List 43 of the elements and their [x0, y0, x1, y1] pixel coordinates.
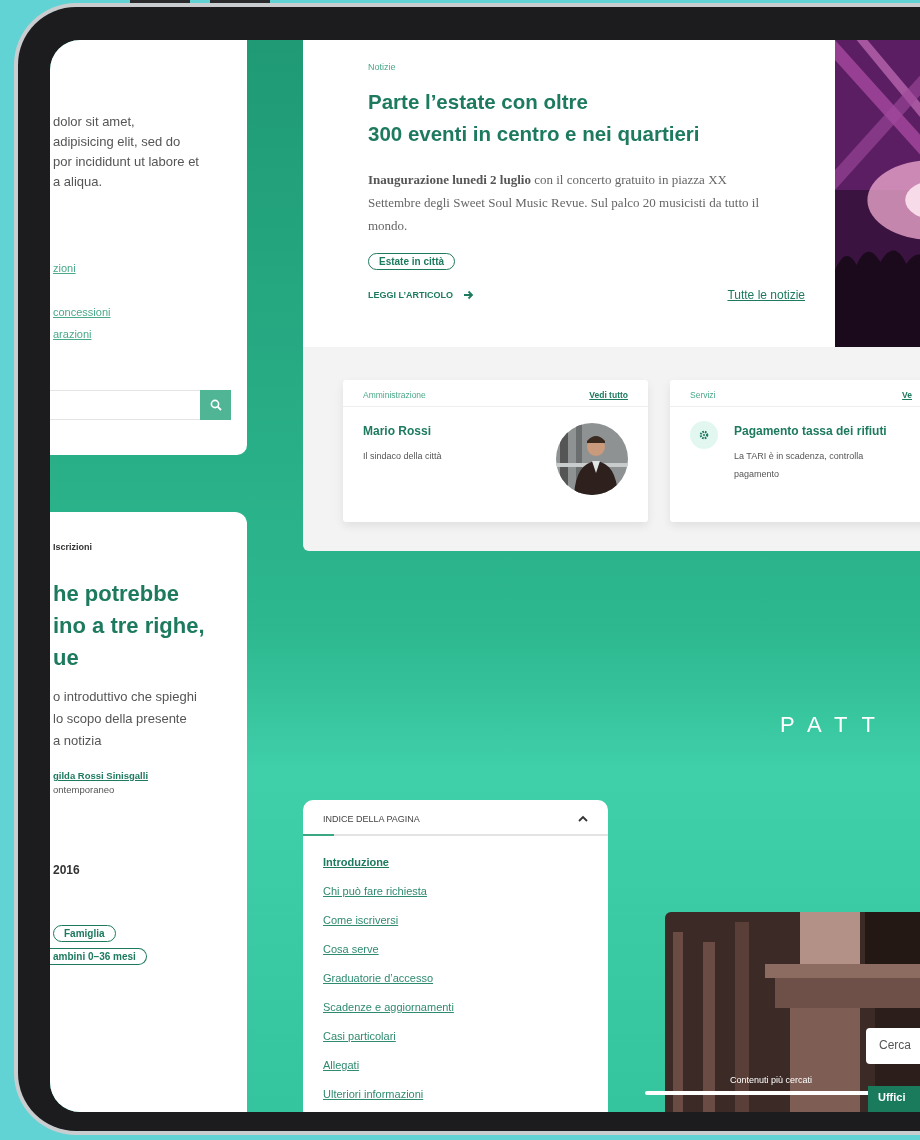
index-link[interactable]: Scadenze e aggiornamenti — [323, 999, 454, 1016]
index-link[interactable]: Casi particolari — [323, 1028, 396, 1045]
link[interactable]: arazioni — [53, 328, 92, 340]
link[interactable]: zioni — [53, 262, 76, 274]
index-link[interactable]: Chi può fare richiesta — [323, 883, 427, 900]
search-icon — [209, 399, 222, 411]
box-description: Il sindaco della città — [363, 450, 443, 463]
article-title: he potrebbe ino a tre righe, ue — [53, 580, 205, 672]
article-intro: o introduttivo che spieghi lo scopo della presente a notizia — [53, 688, 197, 750]
news-title: Parte l’estate con oltre 300 eventi in centro e nei quartieri — [368, 89, 700, 147]
index-link[interactable]: Ulteriori informazioni — [323, 1086, 424, 1103]
box-description: La TARI è in scadenza, controlla pagamento — [734, 450, 865, 481]
index-link[interactable]: Introduzione — [323, 854, 389, 871]
news-summary: Inaugurazione lunedi 2 luglio con il concerto gratuito in piazza XX Settembre degli Sweet Soul Music Revue. Sul palco 20 musicisti da tutto il mondo. — [368, 171, 761, 235]
caption: Contenuti più cercati — [730, 1075, 813, 1085]
search-field[interactable] — [50, 390, 231, 420]
category-label: Notizie — [368, 62, 396, 72]
section-label: Amministrazione — [363, 390, 426, 400]
paragraph: dolor sit amet, adipisicing elit, sed do por incididunt ut labore et a aliqua. — [53, 113, 200, 191]
index-link[interactable]: Come iscriversi — [323, 912, 399, 929]
index-link[interactable]: Graduatorie d’accesso — [323, 970, 434, 987]
search-button[interactable] — [200, 390, 231, 420]
arrow-right-icon — [463, 290, 474, 300]
box-title: Pagamento tassa dei rifiuti — [734, 424, 887, 438]
date: 2016 — [53, 863, 80, 877]
category-label: Iscrizioni — [53, 542, 92, 552]
author-link[interactable]: gilda Rossi Sinisgalli — [53, 770, 149, 781]
index-link[interactable]: Allegati — [323, 1057, 360, 1074]
author-role: ontemporaneo — [53, 784, 115, 795]
all-news-link[interactable]: Tutte le notizie — [727, 288, 805, 302]
brand-title: PATT — [780, 712, 889, 738]
offices-button[interactable]: Uffici — [868, 1086, 920, 1112]
see-all-link[interactable]: Ve — [902, 390, 912, 400]
box-title: Mario Rossi — [363, 424, 431, 438]
index-title: INDICE DELLA PAGINA — [323, 813, 420, 824]
index-link[interactable]: Cosa serve — [323, 941, 379, 958]
collapse-button[interactable] — [576, 813, 590, 824]
link[interactable]: concessioni — [53, 306, 111, 318]
read-more-link[interactable]: LEGGI L’ARTICOLO — [368, 290, 474, 300]
see-all-link[interactable]: Vedi tutto — [589, 390, 628, 400]
search-field[interactable]: Cerca — [866, 1028, 920, 1064]
gear-icon — [690, 421, 718, 449]
section-label: Servizi — [690, 390, 716, 400]
